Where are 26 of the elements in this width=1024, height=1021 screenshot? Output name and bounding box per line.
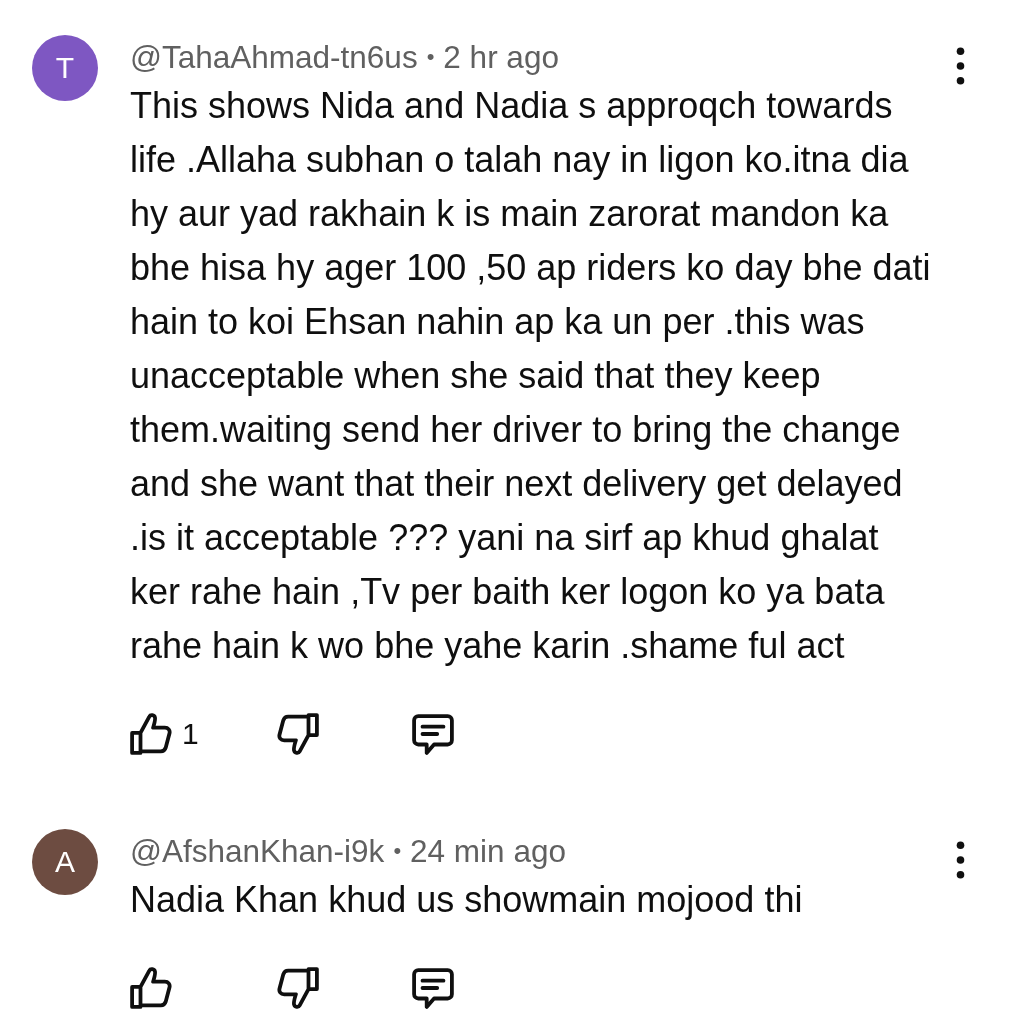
thumbs-down-icon: [277, 967, 319, 1009]
like-button[interactable]: 1: [130, 713, 199, 755]
comment-icon: [412, 967, 454, 1009]
thumbs-up-icon: [130, 967, 172, 1009]
separator-dot: •: [426, 44, 435, 70]
more-options-button[interactable]: [956, 841, 965, 879]
more-options-icon: [956, 47, 965, 85]
reply-button[interactable]: [412, 967, 454, 1009]
comment-icon: [412, 713, 454, 755]
like-button[interactable]: [130, 967, 172, 1009]
comment-text: This shows Nida and Nadia s approqch towards life .Allaha subhan o talah nay in ligon ko.itna dia hy aur yad rakhain k is main zarorat mandon ka bhe hisa hy ager 100 ,50 ap riders ko day bhe dati hain to koi Ehsan nahin ap ka un per .this was unacceptable when she said that they keep them.waiting send her driver to bring the change and she want that their next delivery get delayed .is it acceptable ??? yani na sirf ap khud ghalat ker rahe hain ,Tv per baith ker logon ko ya bata rahe hain k wo bhe yahe karin .shame ful act: [130, 84, 932, 668]
author-handle[interactable]: @AfshanKhan-i9k: [130, 832, 385, 870]
dislike-button[interactable]: [277, 713, 319, 755]
separator-dot: •: [393, 838, 402, 864]
thumbs-up-icon: [130, 713, 172, 755]
author-handle[interactable]: @TahaAhmad-tn6us: [130, 38, 418, 76]
more-options-icon: [956, 841, 965, 879]
comment-time: 24 min ago: [410, 832, 566, 870]
thumbs-down-icon: [277, 713, 319, 755]
reply-button[interactable]: [412, 713, 454, 755]
avatar-icon: A: [32, 829, 98, 895]
dislike-button[interactable]: [277, 967, 319, 1009]
comment-time: 2 hr ago: [443, 38, 559, 76]
avatar-icon: T: [32, 35, 98, 101]
comment-text: Nadia Khan khud us showmain mojood thi: [130, 878, 804, 922]
more-options-button[interactable]: [956, 47, 965, 85]
